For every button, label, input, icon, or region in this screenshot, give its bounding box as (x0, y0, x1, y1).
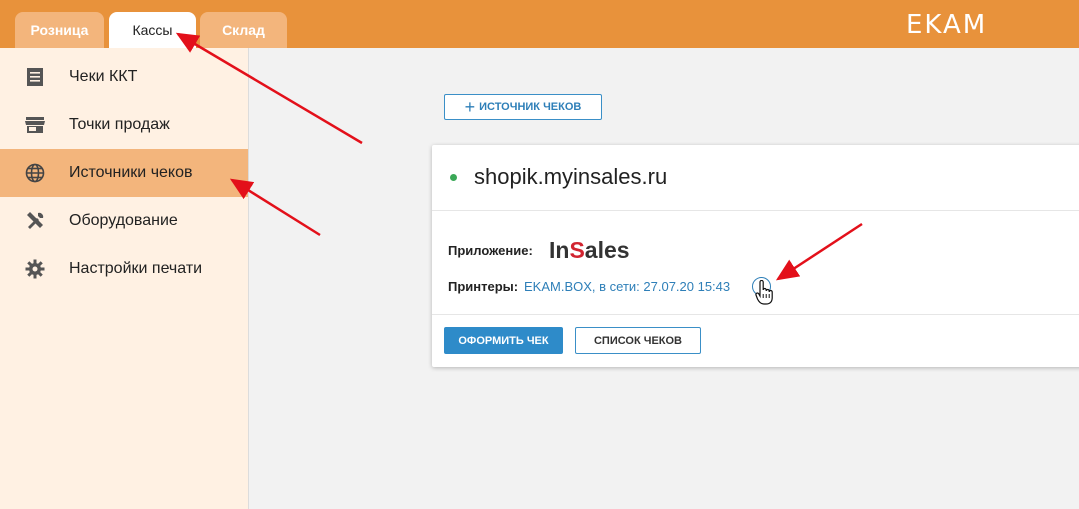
store-icon (24, 114, 46, 136)
add-receipt-source-button[interactable]: + ИСТОЧНИК ЧЕКОВ (444, 94, 602, 120)
ekam-logo[interactable]: EKAM (906, 10, 987, 40)
insales-logo-s: S (569, 237, 585, 263)
sidebar-item-print-settings[interactable]: Настройки печати (0, 245, 248, 293)
source-domain: shopik.myinsales.ru (474, 164, 668, 189)
sidebar-item-receipt-sources[interactable]: Источники чеков (0, 149, 248, 197)
sidebar-item-label: Настройки печати (69, 260, 203, 277)
card-divider (432, 314, 1079, 315)
insales-logo: InSales (549, 237, 630, 264)
receipt-source-card: shopik.myinsales.ru Приложение: InSales … (432, 145, 1079, 367)
issue-receipt-button[interactable]: ОФОРМИТЬ ЧЕК (444, 327, 563, 354)
receipt-list-button[interactable]: СПИСОК ЧЕКОВ (575, 327, 701, 354)
app-label: Приложение: (448, 243, 533, 258)
printers-label: Принтеры: (448, 279, 519, 294)
sidebar-item-equipment[interactable]: Оборудование (0, 197, 248, 245)
card-divider (432, 210, 1079, 211)
globe-icon (24, 162, 46, 184)
sidebar-item-receipts[interactable]: Чеки ККТ (0, 53, 248, 101)
sidebar: Чеки ККТ Точки продаж Источники чеков Об… (0, 48, 249, 509)
hand-cursor-icon (755, 279, 773, 311)
sidebar-item-label: Точки продаж (69, 116, 170, 133)
add-receipt-source-label: ИСТОЧНИК ЧЕКОВ (479, 101, 582, 113)
tab-warehouse[interactable]: Склад (200, 12, 287, 48)
gear-icon (24, 258, 46, 280)
tab-cashboxes[interactable]: Кассы (109, 12, 196, 48)
plus-icon: + (464, 97, 476, 117)
tools-icon (24, 210, 46, 232)
sidebar-item-label: Чеки ККТ (69, 68, 138, 85)
printer-status-link[interactable]: EKAM.BOX, в сети: 27.07.20 15:43 (524, 279, 730, 294)
sidebar-item-label: Оборудование (69, 212, 178, 229)
sidebar-item-points-of-sale[interactable]: Точки продаж (0, 101, 248, 149)
sidebar-item-label: Источники чеков (69, 164, 193, 181)
insales-logo-suffix: ales (584, 237, 630, 263)
tab-retail[interactable]: Розница (15, 12, 104, 48)
receipt-icon (24, 66, 46, 88)
online-status-indicator (450, 174, 457, 181)
insales-logo-prefix: In (549, 237, 570, 263)
top-bar: Розница Кассы Склад EKAM (0, 0, 1079, 48)
